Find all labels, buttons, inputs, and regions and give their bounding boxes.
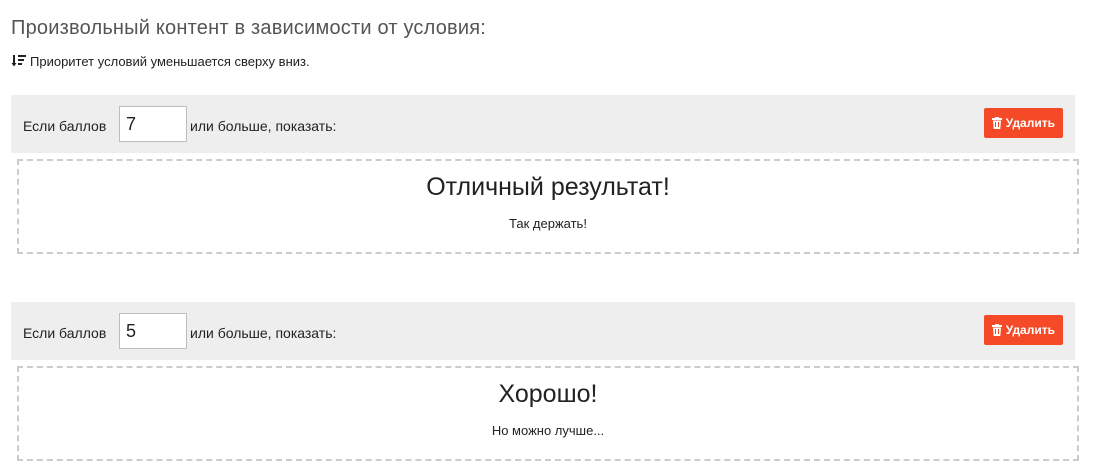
trash-icon: [991, 117, 1002, 129]
rule-content-editor[interactable]: Отличный результат! Так держать!: [17, 159, 1079, 254]
score-label-before: Если баллов: [23, 118, 107, 134]
delete-rule-button[interactable]: Удалить: [983, 108, 1063, 138]
sort-descending-icon: [11, 53, 27, 69]
delete-button-label: Удалить: [1005, 323, 1055, 337]
delete-rule-button[interactable]: Удалить: [983, 315, 1063, 345]
priority-hint: Приоритет условий уменьшается сверху вни…: [11, 53, 310, 69]
condition-rule-header: Если баллов или больше, показать: Удалит…: [11, 302, 1075, 360]
result-heading: Хорошо!: [498, 380, 598, 408]
score-threshold-input[interactable]: [119, 313, 187, 349]
section-title: Произвольный контент в зависимости от ус…: [11, 17, 487, 39]
score-threshold-input[interactable]: [119, 106, 187, 142]
rule-content-editor[interactable]: Хорошо! Но можно лучше...: [17, 366, 1079, 461]
condition-rule: Если баллов или больше, показать: Удалит…: [11, 302, 1079, 461]
result-text: Так держать!: [509, 216, 587, 231]
result-text: Но можно лучше...: [491, 423, 605, 438]
result-heading: Отличный результат!: [426, 173, 670, 201]
priority-hint-text: Приоритет условий уменьшается сверху вни…: [30, 53, 310, 69]
score-label-before: Если баллов: [23, 325, 107, 341]
score-label-after: или больше, показать:: [190, 325, 337, 341]
condition-rule: Если баллов или больше, показать: Удалит…: [11, 95, 1079, 254]
trash-icon: [991, 324, 1002, 336]
delete-button-label: Удалить: [1005, 116, 1055, 130]
score-label-after: или больше, показать:: [190, 118, 337, 134]
condition-rule-header: Если баллов или больше, показать: Удалит…: [11, 95, 1075, 153]
